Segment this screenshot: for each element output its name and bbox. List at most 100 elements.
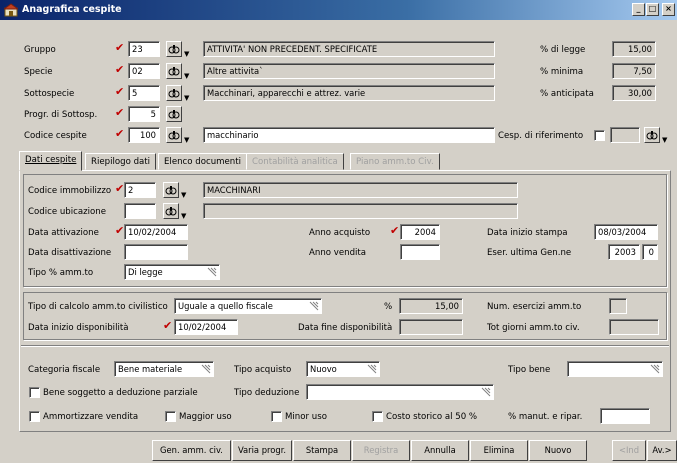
required-checkmark-icon: ✔ bbox=[115, 41, 125, 54]
codice-ubicazione-field[interactable] bbox=[124, 203, 156, 219]
required-checkmark-icon: ✔ bbox=[115, 224, 125, 237]
gruppo-desc-field: ATTIVITA' NON PRECEDENT. SPECIFICATE bbox=[203, 41, 495, 57]
ammortizzare-vendita-label: Ammortizzare vendita bbox=[43, 412, 139, 422]
categoria-fiscale-combo[interactable]: Bene materiale bbox=[114, 361, 214, 377]
tab-label: Contabilità analitica bbox=[252, 157, 338, 167]
tab-label: Elenco documenti bbox=[164, 157, 242, 167]
anno-vendita-field[interactable] bbox=[400, 244, 440, 260]
data-inizio-disp-label: Data inizio disponibilità bbox=[28, 323, 129, 333]
close-button[interactable]: × bbox=[662, 3, 675, 16]
tot-giorni-field bbox=[609, 319, 659, 335]
maggior-uso-label: Maggior uso bbox=[179, 412, 232, 422]
codice-cespite-label: Codice cespite bbox=[24, 131, 87, 141]
perc-civ-field: 15,00 bbox=[399, 298, 463, 314]
tipo-acquisto-value: Nuovo bbox=[310, 364, 337, 374]
progr-lookup-button[interactable] bbox=[166, 106, 182, 122]
tipo-calcolo-combo[interactable]: Uguale a quello fiscale bbox=[174, 298, 322, 314]
avanti-button[interactable]: Av.> bbox=[647, 440, 677, 461]
progr-sottosp-field[interactable]: 5 bbox=[128, 106, 160, 122]
minimize-button[interactable]: _ bbox=[632, 3, 645, 16]
elimina-button[interactable]: Elimina bbox=[470, 440, 528, 461]
required-checkmark-icon: ✔ bbox=[115, 106, 125, 119]
combo-arrow-icon bbox=[201, 364, 211, 374]
data-attivazione-label: Data attivazione bbox=[28, 228, 99, 238]
gruppo-code-field[interactable]: 23 bbox=[128, 41, 160, 57]
eser-ultima-year-field[interactable]: 2003 bbox=[608, 244, 640, 260]
maggior-uso-checkbox[interactable] bbox=[165, 411, 176, 422]
categoria-fiscale-label: Categoria fiscale bbox=[28, 365, 101, 375]
tipo-calcolo-value: Uguale a quello fiscale bbox=[178, 301, 273, 311]
lookup-binoculars-icon bbox=[165, 186, 177, 195]
chevron-down-icon[interactable]: ▼ bbox=[184, 73, 189, 80]
eser-ultima-num-field[interactable]: 0 bbox=[642, 244, 658, 260]
chevron-down-icon[interactable]: ▼ bbox=[184, 51, 189, 58]
specie-lookup-button[interactable] bbox=[166, 63, 182, 79]
cesp-rif-lookup-button[interactable] bbox=[644, 127, 660, 143]
stampa-button[interactable]: Stampa bbox=[293, 440, 351, 461]
combo-arrow-icon bbox=[207, 267, 217, 277]
anno-acquisto-field[interactable]: 2004 bbox=[400, 224, 440, 240]
codice-cespite-desc-field[interactable]: macchinario bbox=[203, 127, 495, 143]
codice-immobilizzo-label: Codice immobilizzo bbox=[28, 186, 112, 196]
immobilizzo-lookup-button[interactable] bbox=[163, 182, 179, 198]
chevron-down-icon[interactable]: ▼ bbox=[184, 95, 189, 102]
annulla-button[interactable]: Annulla bbox=[411, 440, 469, 461]
costo-storico-label: Costo storico al 50 % bbox=[386, 412, 478, 422]
data-inizio-stampa-field[interactable]: 08/03/2004 bbox=[594, 224, 658, 240]
manut-ripar-field[interactable] bbox=[600, 408, 650, 424]
tab-piano-amm-civ: Piano amm.to Civ. bbox=[350, 153, 440, 170]
data-disattivazione-field[interactable] bbox=[124, 244, 188, 260]
combo-arrow-icon bbox=[650, 364, 660, 374]
tab-dati-cespite[interactable]: Dati cespite bbox=[19, 151, 83, 171]
tipo-perc-combo[interactable]: Di legge bbox=[124, 264, 220, 280]
minor-uso-checkbox[interactable] bbox=[271, 411, 282, 422]
required-checkmark-icon: ✔ bbox=[390, 224, 400, 237]
lookup-binoculars-icon bbox=[646, 131, 658, 140]
tipo-acquisto-combo[interactable]: Nuovo bbox=[306, 361, 380, 377]
tab-riepilogo-dati[interactable]: Riepilogo dati bbox=[85, 153, 157, 170]
lookup-binoculars-icon bbox=[168, 110, 180, 119]
perc-civ-label: % bbox=[384, 302, 393, 312]
divider bbox=[21, 345, 669, 347]
maximize-button[interactable]: □ bbox=[646, 3, 659, 16]
tab-contabilita-analitica: Contabilità analitica bbox=[246, 153, 344, 170]
ubicazione-lookup-button[interactable] bbox=[163, 203, 179, 219]
gen-amm-civ-button[interactable]: Gen. amm. civ. bbox=[152, 440, 231, 461]
tab-label: Piano amm.to Civ. bbox=[356, 157, 434, 167]
combo-arrow-icon bbox=[309, 301, 319, 311]
minor-uso-label: Minor uso bbox=[285, 412, 327, 422]
required-checkmark-icon: ✔ bbox=[115, 85, 125, 98]
gruppo-label: Gruppo bbox=[24, 45, 56, 55]
costo-storico-checkbox[interactable] bbox=[372, 411, 383, 422]
data-attivazione-field[interactable]: 10/02/2004 bbox=[124, 224, 188, 240]
chevron-down-icon[interactable]: ▼ bbox=[662, 137, 667, 144]
chevron-down-icon[interactable]: ▼ bbox=[181, 213, 186, 220]
data-fine-disp-label: Data fine disponibilità bbox=[298, 323, 393, 333]
sottospecie-lookup-button[interactable] bbox=[166, 85, 182, 101]
tipo-deduzione-combo[interactable] bbox=[306, 384, 494, 400]
data-inizio-stampa-label: Data inizio stampa bbox=[487, 228, 568, 238]
codice-immobilizzo-field[interactable]: 2 bbox=[124, 182, 156, 198]
gruppo-lookup-button[interactable] bbox=[166, 41, 182, 57]
ammortizzare-vendita-checkbox[interactable] bbox=[29, 411, 40, 422]
specie-label: Specie bbox=[24, 67, 53, 77]
chevron-down-icon[interactable]: ▼ bbox=[181, 192, 186, 199]
nuovo-button[interactable]: Nuovo bbox=[529, 440, 587, 461]
tab-elenco-documenti[interactable]: Elenco documenti bbox=[158, 153, 248, 170]
data-inizio-disp-field[interactable]: 10/02/2004 bbox=[174, 319, 238, 335]
tipo-bene-combo[interactable] bbox=[567, 361, 663, 377]
required-checkmark-icon: ✔ bbox=[115, 63, 125, 76]
sottospecie-label: Sottospecie bbox=[24, 89, 75, 99]
deduzione-parziale-checkbox[interactable] bbox=[29, 387, 40, 398]
codice-ubicazione-desc bbox=[203, 203, 518, 219]
deduzione-parziale-label: Bene soggetto a deduzione parziale bbox=[43, 388, 198, 398]
app-icon bbox=[4, 3, 18, 17]
codice-lookup-button[interactable] bbox=[166, 127, 182, 143]
varia-progr-button[interactable]: Varia progr. bbox=[232, 440, 292, 461]
codice-cespite-field[interactable]: 100 bbox=[128, 127, 160, 143]
lookup-binoculars-icon bbox=[168, 67, 180, 76]
specie-code-field[interactable]: 02 bbox=[128, 63, 160, 79]
cesp-riferimento-checkbox[interactable] bbox=[594, 130, 605, 141]
chevron-down-icon[interactable]: ▼ bbox=[184, 137, 189, 144]
sottospecie-code-field[interactable]: 5 bbox=[128, 85, 160, 101]
